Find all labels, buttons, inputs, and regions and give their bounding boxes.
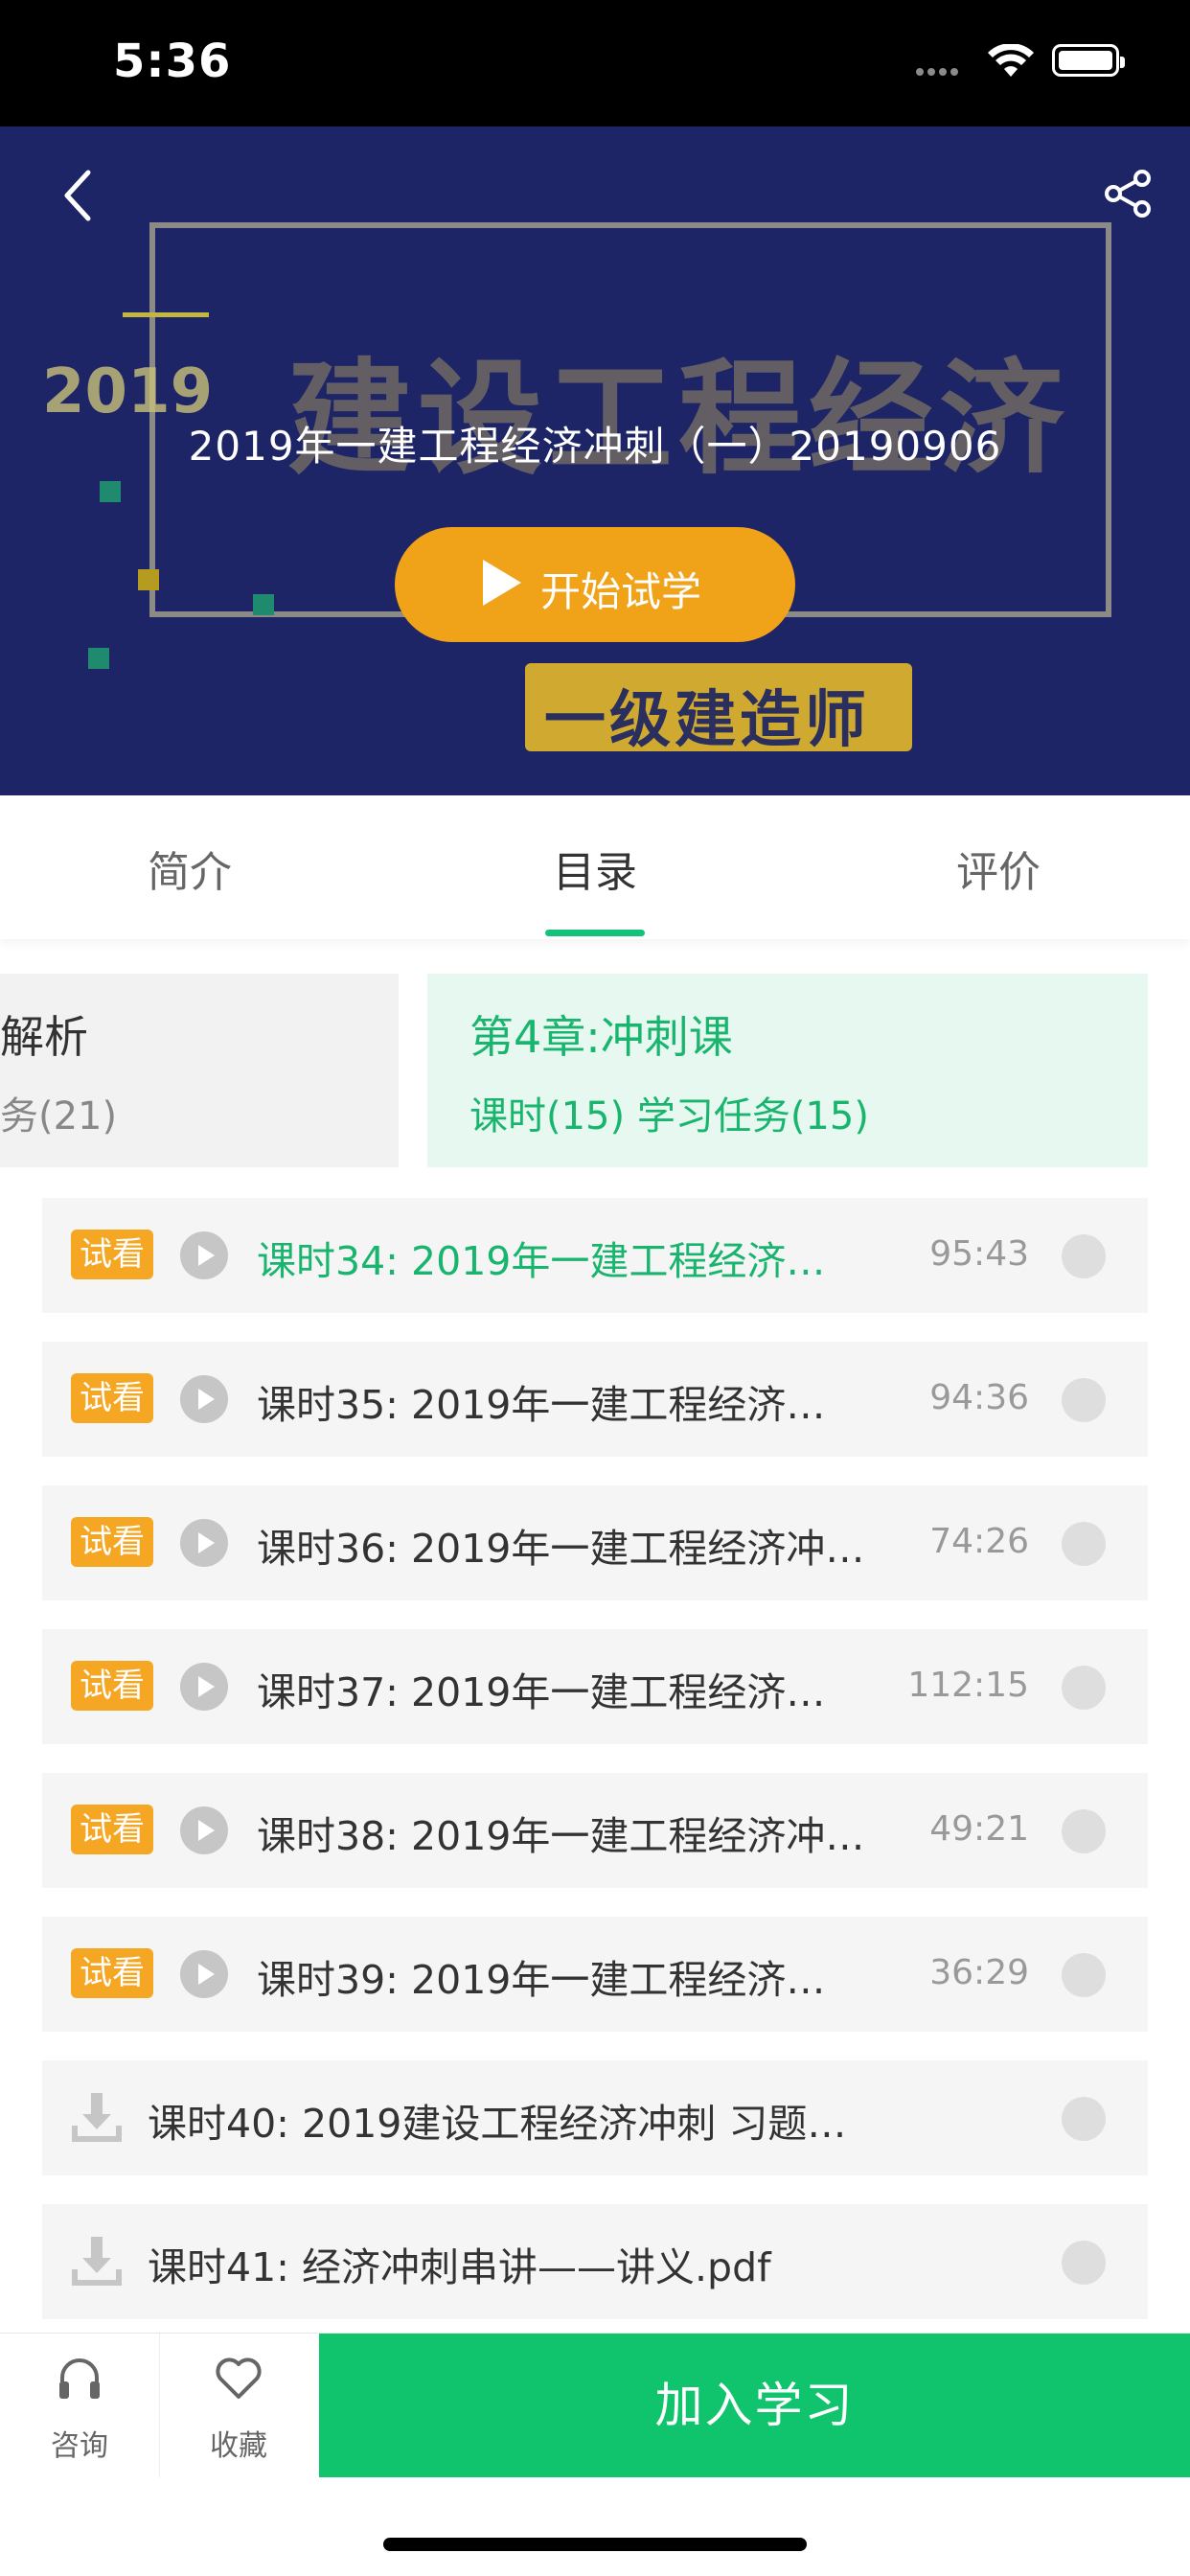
lesson-duration: 94:36	[929, 1378, 1029, 1417]
trial-badge: 试看	[71, 1948, 153, 1998]
lesson-title: 课时40: 2019建设工程经济冲刺 习题…	[148, 2101, 847, 2147]
lesson-duration: 36:29	[929, 1953, 1029, 1992]
chapter-title: 第4章:冲刺课	[469, 1011, 733, 1063]
bottom-action-bar: 咨询 收藏 加入学习	[0, 2333, 1190, 2477]
course-hero: 2019 建设工程经济 一级建造师 2019年一建工程经济冲刺（一）201909…	[0, 126, 1190, 795]
home-indicator	[383, 2538, 807, 2551]
lesson-title: 课时41: 经济冲刺串讲——讲义.pdf	[148, 2244, 771, 2290]
hero-decor-square	[100, 481, 121, 502]
start-trial-label: 开始试学	[540, 568, 702, 615]
active-tab-indicator	[545, 930, 645, 936]
lesson-title: 课时38: 2019年一建工程经济冲…	[257, 1813, 865, 1859]
join-study-button[interactable]: 加入学习	[319, 2334, 1190, 2477]
trial-badge: 试看	[71, 1661, 153, 1711]
share-icon[interactable]	[1102, 167, 1156, 220]
download-icon	[72, 2237, 122, 2286]
chapter-card[interactable]: 解析 任务(21)	[0, 974, 399, 1167]
lesson-item-document[interactable]: 课时40: 2019建设工程经济冲刺 习题…	[42, 2060, 1148, 2175]
course-tabs: 简介 目录 评价	[0, 795, 1190, 939]
chapter-subtitle: 任务(21)	[0, 1094, 118, 1138]
signal-icon	[916, 61, 973, 76]
tab-catalog[interactable]: 目录	[553, 838, 637, 899]
lesson-item[interactable]: 试看 课时38: 2019年一建工程经济冲… 49:21	[42, 1773, 1148, 1888]
play-circle-icon	[180, 1519, 228, 1567]
lesson-item[interactable]: 试看 课时37: 2019年一建工程经济… 112:15	[42, 1629, 1148, 1744]
play-circle-icon	[180, 1375, 228, 1423]
headset-icon	[59, 2358, 100, 2399]
hero-bg-banner: 一级建造师	[525, 663, 912, 756]
lesson-item-document[interactable]: 课时41: 经济冲刺串讲——讲义.pdf	[42, 2204, 1148, 2319]
lesson-duration: 74:26	[929, 1522, 1029, 1561]
play-icon	[483, 560, 521, 606]
chapter-card-selected[interactable]: 第4章:冲刺课 课时(15) 学习任务(15)	[427, 974, 1148, 1167]
hero-decor-square	[88, 648, 109, 669]
lesson-title: 课时39: 2019年一建工程经济…	[257, 1957, 826, 2003]
progress-dot-icon	[1062, 2097, 1106, 2141]
hero-decor-square	[138, 569, 159, 590]
back-icon[interactable]	[59, 167, 94, 224]
consult-label: 咨询	[51, 2429, 108, 2463]
course-title: 2019年一建工程经济冲刺（一）20190906	[188, 423, 1002, 470]
play-circle-icon	[180, 1806, 228, 1854]
trial-badge: 试看	[71, 1517, 153, 1567]
play-circle-icon	[180, 1663, 228, 1711]
status-bar: 5:36	[0, 0, 1190, 126]
download-icon	[72, 2093, 122, 2142]
start-trial-button[interactable]: 开始试学	[395, 527, 795, 642]
trial-badge: 试看	[71, 1373, 153, 1423]
chapter-subtitle: 课时(15) 学习任务(15)	[469, 1094, 869, 1138]
battery-icon	[1052, 44, 1125, 77]
lesson-title: 课时35: 2019年一建工程经济…	[257, 1382, 826, 1428]
consult-button[interactable]: 咨询	[0, 2334, 159, 2477]
lesson-duration: 49:21	[929, 1809, 1029, 1849]
progress-dot-icon	[1062, 1809, 1106, 1853]
tab-intro[interactable]: 简介	[148, 838, 232, 899]
heart-icon	[216, 2358, 262, 2399]
favorite-label: 收藏	[210, 2429, 267, 2463]
lesson-title: 课时34: 2019年一建工程经济…	[257, 1238, 826, 1284]
lesson-duration: 95:43	[929, 1234, 1029, 1274]
progress-dot-icon	[1062, 1378, 1106, 1422]
lesson-duration: 112:15	[907, 1666, 1029, 1705]
wifi-icon	[988, 44, 1034, 77]
status-time: 5:36	[113, 34, 232, 88]
lesson-item[interactable]: 试看 课时39: 2019年一建工程经济… 36:29	[42, 1917, 1148, 2032]
tab-reviews[interactable]: 评价	[956, 838, 1041, 899]
trial-badge: 试看	[71, 1805, 153, 1854]
hero-decor-square	[253, 594, 274, 615]
lesson-item[interactable]: 试看 课时35: 2019年一建工程经济… 94:36	[42, 1342, 1148, 1457]
progress-dot-icon	[1062, 1666, 1106, 1710]
lesson-title: 课时36: 2019年一建工程经济冲…	[257, 1526, 865, 1572]
progress-dot-icon	[1062, 2241, 1106, 2285]
progress-dot-icon	[1062, 1234, 1106, 1278]
lesson-title: 课时37: 2019年一建工程经济…	[257, 1669, 826, 1715]
lesson-item[interactable]: 试看 课时34: 2019年一建工程经济… 95:43	[42, 1198, 1148, 1313]
hero-bg-banner-text: 一级建造师	[544, 685, 870, 756]
play-circle-icon	[180, 1231, 228, 1279]
progress-dot-icon	[1062, 1522, 1106, 1566]
lesson-item[interactable]: 试看 课时36: 2019年一建工程经济冲… 74:26	[42, 1485, 1148, 1600]
favorite-button[interactable]: 收藏	[159, 2334, 318, 2477]
chapter-title: 解析	[0, 1011, 88, 1063]
progress-dot-icon	[1062, 1953, 1106, 1997]
hero-decor-line	[123, 312, 209, 317]
play-circle-icon	[180, 1950, 228, 1998]
trial-badge: 试看	[71, 1230, 153, 1279]
